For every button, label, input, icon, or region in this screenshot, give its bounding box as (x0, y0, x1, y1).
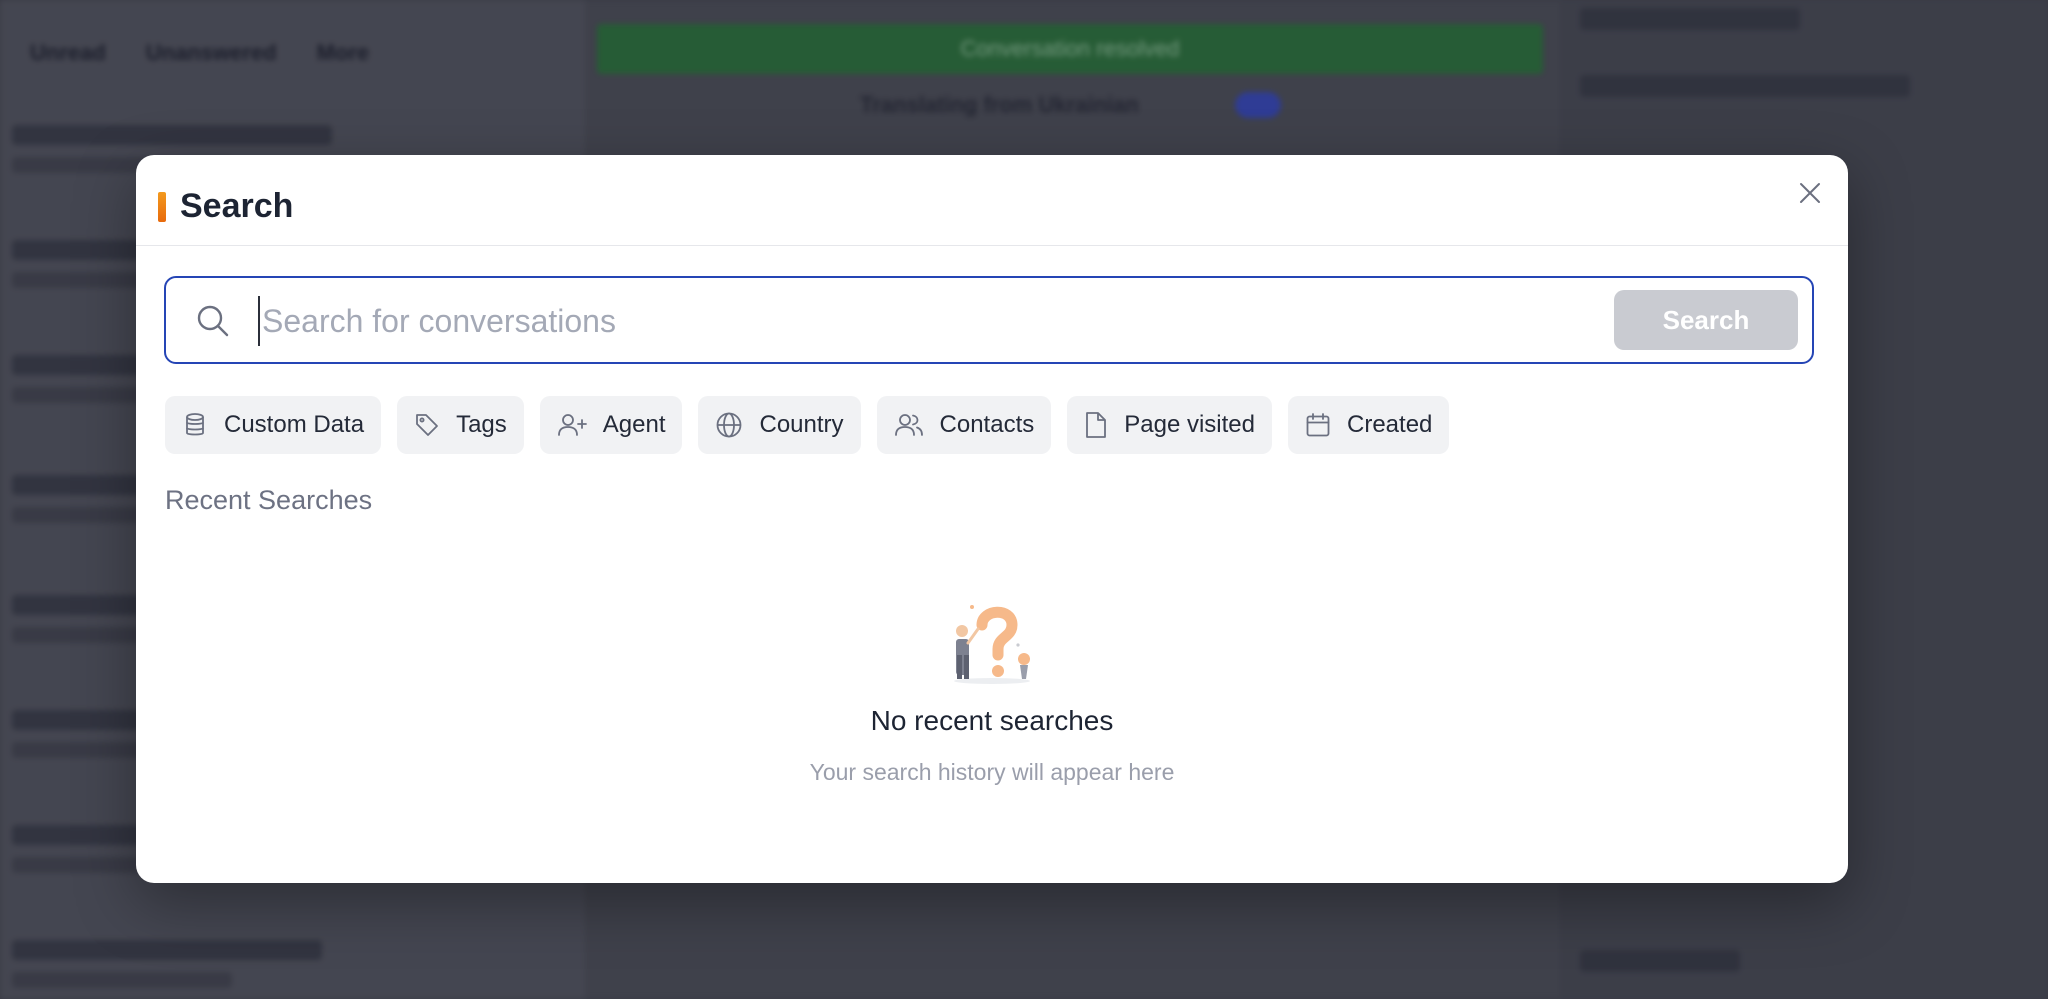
modal-header: Search (136, 155, 1848, 246)
filter-label: Country (759, 411, 844, 438)
filter-label: Page visited (1124, 411, 1255, 438)
calendar-icon (1306, 413, 1330, 437)
close-icon (1800, 183, 1820, 203)
filter-label: Custom Data (224, 411, 365, 438)
filter-agent[interactable]: Agent (539, 396, 683, 454)
search-icon (197, 305, 229, 337)
filter-tags[interactable]: Tags (397, 396, 524, 454)
search-button[interactable]: Search (1614, 290, 1798, 350)
modal-title: Search (180, 187, 294, 225)
recent-searches-heading: Recent Searches (165, 485, 373, 515)
users-icon (894, 414, 923, 436)
empty-state-subtitle: Your search history will appear here (809, 759, 1175, 785)
filter-label: Contacts (939, 411, 1035, 438)
filter-contacts[interactable]: Contacts (876, 396, 1052, 454)
filter-created[interactable]: Created (1288, 396, 1450, 454)
globe-icon (717, 412, 742, 438)
filter-page-visited[interactable]: Page visited (1067, 396, 1272, 454)
empty-state-title: No recent searches (870, 705, 1114, 736)
search-field: Search (164, 276, 1814, 364)
tag-icon (416, 414, 438, 436)
file-icon (1086, 412, 1107, 438)
search-modal: Search Search Custom Data (136, 155, 1848, 883)
user-plus-icon (557, 414, 587, 436)
question-mark-illustration (954, 605, 1030, 684)
filter-label: Created (1347, 411, 1433, 438)
database-icon (186, 413, 204, 436)
title-accent-bar (158, 192, 166, 222)
filter-custom-data[interactable]: Custom Data (165, 396, 382, 454)
filter-country[interactable]: Country (698, 396, 861, 454)
search-input[interactable] (258, 296, 1762, 346)
filter-label: Agent (602, 411, 666, 438)
close-button[interactable] (1792, 175, 1828, 211)
filter-label: Tags (456, 411, 507, 438)
filter-chips: Custom Data Tags Agent Country Contacts … (165, 396, 1450, 454)
